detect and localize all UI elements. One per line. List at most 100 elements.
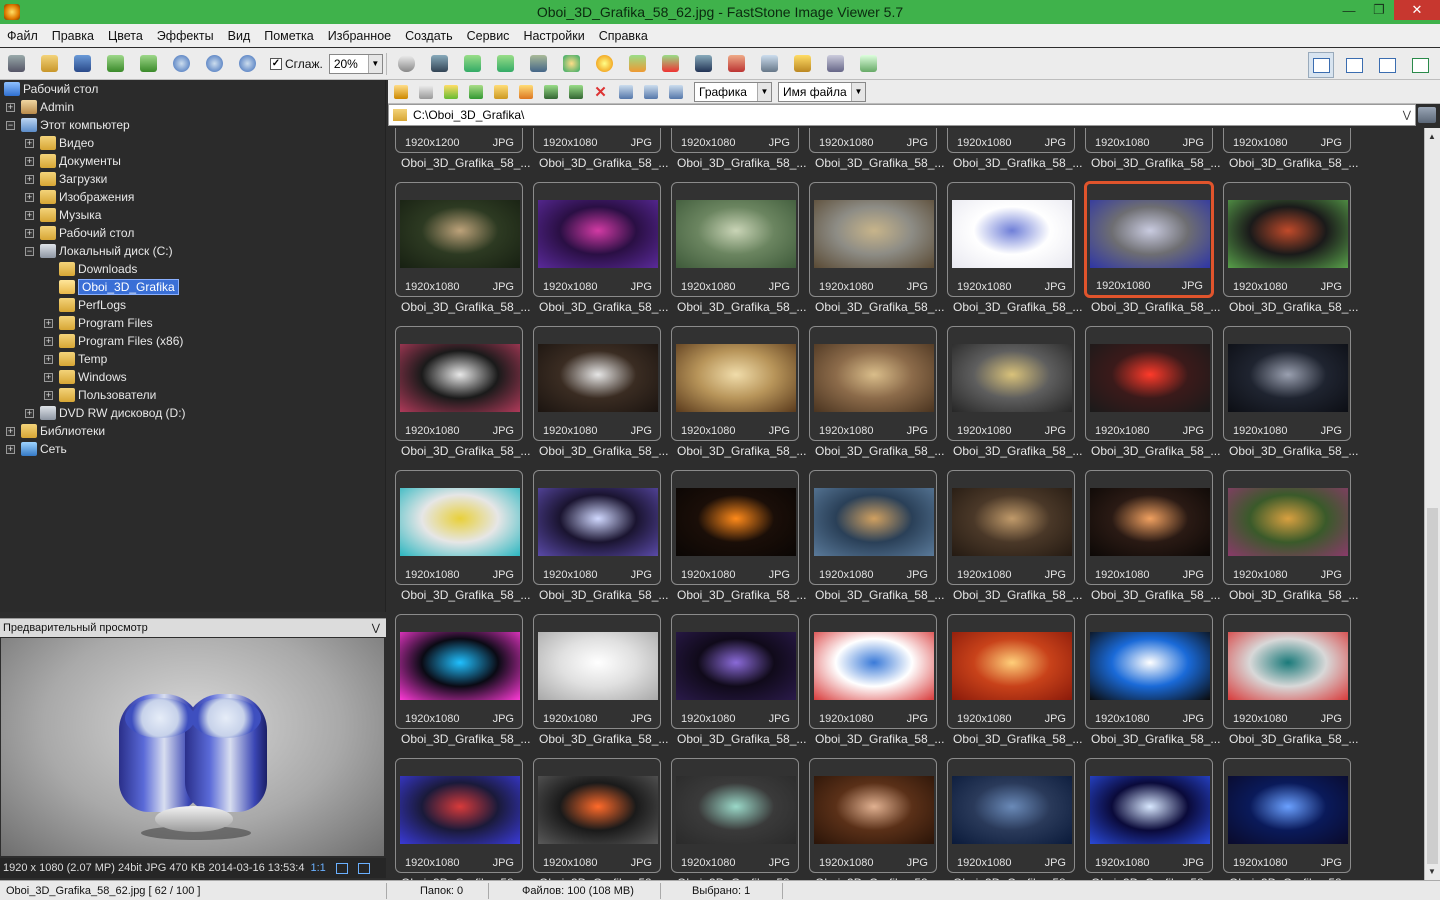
thumbnail-frame[interactable]: 1920x1080 JPG xyxy=(1223,614,1351,729)
thumbnail-frame[interactable]: 1920x1080 JPG xyxy=(1223,326,1351,441)
expand-icon[interactable]: + xyxy=(25,228,34,238)
thumbnail-item[interactable]: 1920x1080JPGOboi_3D_Grafika_58_... xyxy=(802,172,944,316)
menu-view[interactable]: Вид xyxy=(221,29,258,43)
thumbnail-item[interactable]: 1920x1080JPGOboi_3D_Grafika_58_... xyxy=(802,748,944,880)
expand-icon[interactable]: + xyxy=(44,390,53,400)
thumbnail-item[interactable]: 1920x1080JPGOboi_3D_Grafika_58_... xyxy=(940,460,1082,604)
expand-icon[interactable]: + xyxy=(6,102,15,112)
tree-item-program-files-x86[interactable]: + Program Files (x86) xyxy=(44,332,183,350)
scan-button[interactable] xyxy=(756,52,782,76)
expand-icon[interactable]: + xyxy=(25,138,34,148)
thumbnail-item[interactable]: 1920x1080JPGOboi_3D_Grafika_58_... xyxy=(940,316,1082,460)
menu-colors[interactable]: Цвета xyxy=(101,29,150,43)
ratio-label[interactable]: 1:1 xyxy=(310,862,325,874)
thumbnail-frame[interactable]: 1920x1080 JPG xyxy=(395,182,523,297)
menu-favorites[interactable]: Избранное xyxy=(321,29,398,43)
thumbnail-frame[interactable]: 1920x1080 JPG xyxy=(671,470,799,585)
menu-tools[interactable]: Сервис xyxy=(460,29,517,43)
tree-item-music[interactable]: + Музыка xyxy=(25,206,101,224)
thumbnail-image[interactable] xyxy=(676,488,796,556)
thumbnail-frame[interactable]: 1920x1080 JPG xyxy=(1085,614,1213,729)
expand-icon[interactable]: + xyxy=(6,444,15,454)
settings-button[interactable] xyxy=(855,52,881,76)
effects-button[interactable] xyxy=(591,52,617,76)
thumbnail-frame[interactable]: 1920x1080 JPG xyxy=(1223,470,1351,585)
zoom-select[interactable]: 20% ▼ xyxy=(328,53,383,74)
thumbnail-frame[interactable]: 1920x1080 JPG xyxy=(671,614,799,729)
menu-effects[interactable]: Эффекты xyxy=(150,29,221,43)
thumbnail-image[interactable] xyxy=(1228,632,1348,700)
prev-button[interactable] xyxy=(103,52,129,76)
delete-button[interactable]: ✕ xyxy=(591,83,611,101)
thumbnail-frame[interactable]: 1920x1080 JPG xyxy=(1223,758,1351,873)
up-folder-button[interactable] xyxy=(441,83,461,101)
thumbnail-frame[interactable]: 1920x1080 JPG xyxy=(809,128,937,153)
thumbnail-frame[interactable]: 1920x1080 JPG xyxy=(809,326,937,441)
favorites-icon[interactable] xyxy=(1418,107,1436,123)
thumbnail-frame[interactable]: 1920x1080 JPG xyxy=(1223,182,1351,297)
thumbnail-frame[interactable]: 1920x1080 JPG xyxy=(809,758,937,873)
tree-item-temp[interactable]: + Temp xyxy=(44,350,107,368)
thumbnail-item[interactable]: 1920x1080JPGOboi_3D_Grafika_58_... xyxy=(802,128,944,172)
tree-item-perflogs[interactable]: PerfLogs xyxy=(59,296,126,314)
preview-image[interactable] xyxy=(1,638,384,856)
thumbnail-frame[interactable]: 1920x1080 JPG xyxy=(533,128,661,153)
fullscreen-button[interactable] xyxy=(1407,52,1433,78)
filter-select[interactable]: Графика ▼ xyxy=(694,81,772,102)
thumbnail-image[interactable] xyxy=(538,200,658,268)
scroll-down-icon[interactable]: ▼ xyxy=(1428,867,1436,876)
thumbnail-frame[interactable]: 1920x1080 JPG xyxy=(533,470,661,585)
thumbnail-image[interactable] xyxy=(1090,488,1210,556)
tree-item-downloads-lib[interactable]: + Загрузки xyxy=(25,170,107,188)
thumbnail-item[interactable]: 1920x1080JPGOboi_3D_Grafika_58_... xyxy=(526,316,668,460)
menu-settings[interactable]: Настройки xyxy=(516,29,591,43)
tree-item-windows[interactable]: + Windows xyxy=(44,368,127,386)
thumbnail-frame[interactable]: 1920x1080 JPG xyxy=(1085,758,1213,873)
thumbnail-image[interactable] xyxy=(1090,200,1210,268)
tree-item-documents[interactable]: + Документы xyxy=(25,152,121,170)
favorite-folder-button[interactable] xyxy=(516,83,536,101)
thumbnail-frame[interactable]: 1920x1080 JPG xyxy=(947,470,1075,585)
fullscreen-icon[interactable] xyxy=(357,862,370,874)
thumbnail-item[interactable]: 1920x1080JPGOboi_3D_Grafika_58_... xyxy=(1078,172,1220,316)
expand-icon[interactable]: + xyxy=(25,192,34,202)
vertical-scrollbar[interactable]: ▲ ▼ xyxy=(1424,128,1440,880)
smooth-checkbox[interactable]: ✓ Сглаж. xyxy=(270,57,323,71)
fit-button[interactable] xyxy=(426,52,452,76)
thumbnail-frame[interactable]: 1920x1080 JPG xyxy=(809,182,937,297)
tree-item-program-files[interactable]: + Program Files xyxy=(44,314,153,332)
zoom-out-button[interactable] xyxy=(202,52,228,76)
thumbnail-frame[interactable]: 1920x1080 JPG xyxy=(395,614,523,729)
thumbnail-item[interactable]: 1920x1080JPGOboi_3D_Grafika_58_... xyxy=(940,172,1082,316)
open-folder-button[interactable] xyxy=(37,52,63,76)
thumbnail-item[interactable]: 1920x1080JPGOboi_3D_Grafika_58_... xyxy=(388,460,530,604)
rotate-left-button[interactable] xyxy=(624,52,650,76)
thumbnail-item[interactable]: 1920x1080JPGOboi_3D_Grafika_58_... xyxy=(388,604,530,748)
tree-item-libraries[interactable]: + Библиотеки xyxy=(6,422,105,440)
new-folder-button[interactable] xyxy=(491,83,511,101)
thumbnail-item[interactable]: 1920x1080JPGOboi_3D_Grafika_58_... xyxy=(802,316,944,460)
resize-button[interactable] xyxy=(459,52,485,76)
thumbnail-image[interactable] xyxy=(814,776,934,844)
thumbnail-image[interactable] xyxy=(814,488,934,556)
thumbnail-frame[interactable]: 1920x1080 JPG xyxy=(1085,326,1213,441)
thumbnail-image[interactable] xyxy=(1090,632,1210,700)
thumbnail-image[interactable] xyxy=(400,344,520,412)
thumbnail-image[interactable] xyxy=(400,488,520,556)
thumbnail-item[interactable]: 1920x1200 JPG Oboi_3D_Grafika_58_... xyxy=(388,128,530,172)
thumbnail-image[interactable] xyxy=(538,488,658,556)
chevron-down-icon[interactable]: ⋁ xyxy=(1403,110,1411,121)
thumbnail-frame[interactable]: 1920x1080 JPG xyxy=(395,470,523,585)
thumbnail-frame[interactable]: 1920x1080 JPG xyxy=(533,326,661,441)
preview-header[interactable]: Предварительный просмотр ⋁ xyxy=(0,618,386,637)
thumbnail-item[interactable]: 1920x1080JPGOboi_3D_Grafika_58_... xyxy=(526,604,668,748)
thumbnail-frame-selected[interactable]: 1920x1080 JPG xyxy=(1084,181,1214,298)
sort-select[interactable]: Имя файла ▼ xyxy=(778,81,866,102)
tree-item-users[interactable]: + Пользователи xyxy=(44,386,156,404)
thumbnail-frame[interactable]: 1920x1080 JPG xyxy=(947,614,1075,729)
maximize-button[interactable]: ❐ xyxy=(1364,0,1394,20)
thumbnail-image[interactable] xyxy=(1228,488,1348,556)
thumbnail-image[interactable] xyxy=(400,200,520,268)
thumbnail-frame[interactable]: 1920x1080 JPG xyxy=(947,758,1075,873)
thumbnail-image[interactable] xyxy=(1228,200,1348,268)
